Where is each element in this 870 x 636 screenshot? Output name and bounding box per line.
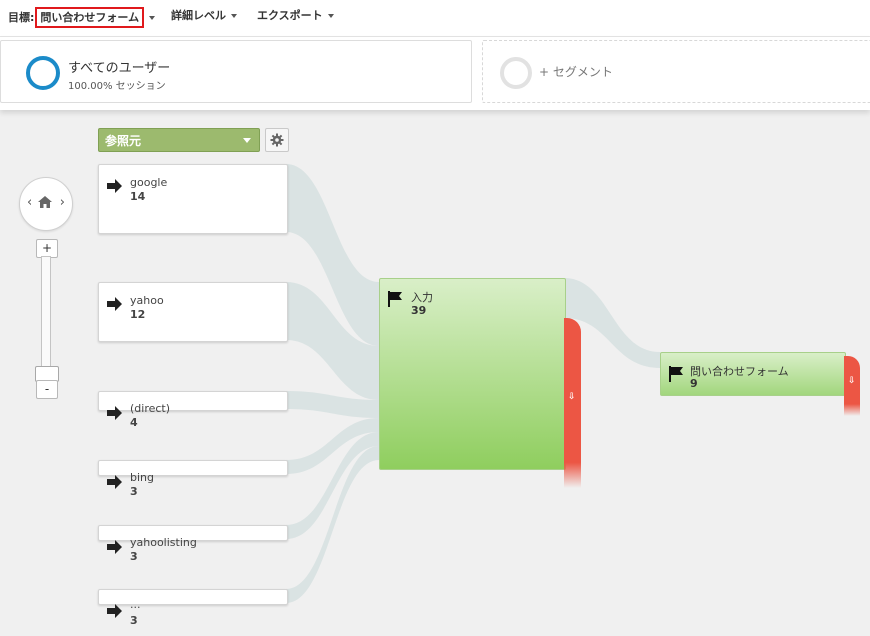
export-label: エクスポート	[257, 9, 323, 22]
detail-level-label: 詳細レベル	[171, 9, 226, 22]
flag-icon	[669, 366, 683, 382]
segment-title: すべてのユーザー	[68, 61, 171, 76]
gear-icon	[270, 133, 284, 147]
chevron-down-icon	[327, 14, 334, 18]
source-count: 14	[130, 190, 146, 203]
source-node-bing[interactable]: bing 3	[98, 460, 288, 498]
goal-label: 目標:	[8, 11, 35, 24]
dimension-dropdown[interactable]: 参照元	[98, 128, 260, 152]
arrow-right-icon	[107, 406, 122, 420]
goal-value-highlight[interactable]: 問い合わせフォーム	[35, 7, 145, 28]
source-name: google	[130, 176, 168, 189]
source-node-other[interactable]: ... 3	[98, 589, 288, 627]
source-name: bing	[130, 471, 154, 484]
pan-right-icon[interactable]: ›	[60, 195, 65, 210]
source-node-direct[interactable]: (direct) 4	[98, 391, 288, 429]
arrow-right-icon	[107, 475, 122, 489]
source-count: 3	[130, 614, 138, 627]
entry-node[interactable]: 入力 39	[379, 278, 566, 470]
source-node-google[interactable]: google 14	[98, 164, 288, 234]
add-segment-card[interactable]: + セグメント	[482, 40, 870, 103]
add-segment-label: + セグメント	[539, 65, 613, 79]
settings-button[interactable]	[265, 128, 289, 152]
empty-ring-icon	[500, 57, 532, 89]
source-node-yahoolisting[interactable]: yahoolisting 3	[98, 525, 288, 563]
goal-value: 問い合わせフォーム	[40, 11, 140, 24]
arrow-right-icon	[107, 604, 122, 618]
dropoff-arrow-icon: ⇩	[848, 376, 856, 386]
home-icon[interactable]	[37, 195, 53, 209]
goal-node[interactable]: 問い合わせフォーム 9	[660, 352, 846, 396]
source-name: (direct)	[130, 402, 171, 415]
source-name: yahoolisting	[130, 536, 197, 549]
source-name: ...	[130, 598, 141, 611]
source-count: 3	[130, 550, 138, 563]
segment-ring-icon	[26, 56, 60, 90]
pan-left-icon[interactable]: ‹	[27, 195, 32, 210]
toolbar: 目標: 問い合わせフォーム 詳細レベル エクスポート	[0, 0, 870, 37]
entry-dropoff[interactable]: ⇩	[564, 318, 581, 488]
arrow-right-icon	[107, 179, 122, 193]
entry-node-count: 39	[411, 304, 427, 317]
chevron-down-icon	[149, 16, 156, 20]
goal-dropoff[interactable]: ⇩	[844, 356, 860, 416]
entry-node-name: 入力	[411, 291, 433, 304]
dimension-label: 参照元	[105, 134, 142, 148]
home-navigator[interactable]: ‹ ›	[19, 177, 73, 231]
source-count: 4	[130, 416, 138, 429]
source-count: 3	[130, 485, 138, 498]
source-node-yahoo[interactable]: yahoo 12	[98, 282, 288, 342]
segment-card-all-users[interactable]: すべてのユーザー 100.00% セッション	[0, 40, 472, 103]
chevron-down-icon	[243, 138, 251, 143]
segment-subtitle: 100.00% セッション	[68, 81, 166, 92]
goal-node-name: 問い合わせフォーム	[690, 365, 789, 378]
zoom-slider-track[interactable]	[41, 256, 51, 382]
flag-icon	[388, 291, 402, 307]
zoom-out-button[interactable]: -	[36, 380, 58, 399]
arrow-right-icon	[107, 540, 122, 554]
detail-level-menu[interactable]: 詳細レベル	[171, 7, 237, 23]
source-count: 12	[130, 308, 146, 321]
segment-bar: すべてのユーザー 100.00% セッション + セグメント	[0, 37, 870, 110]
source-name: yahoo	[130, 294, 164, 307]
export-menu[interactable]: エクスポート	[257, 7, 334, 23]
flow-canvas[interactable]: 参照元 ‹ › + - google 14 yahoo 12 (direct) …	[0, 110, 870, 636]
arrow-right-icon	[107, 297, 122, 311]
dropoff-arrow-icon: ⇩	[568, 392, 576, 402]
goal-selector[interactable]: 目標: 問い合わせフォーム	[8, 7, 156, 28]
chevron-down-icon	[231, 14, 237, 18]
goal-node-count: 9	[690, 377, 698, 390]
